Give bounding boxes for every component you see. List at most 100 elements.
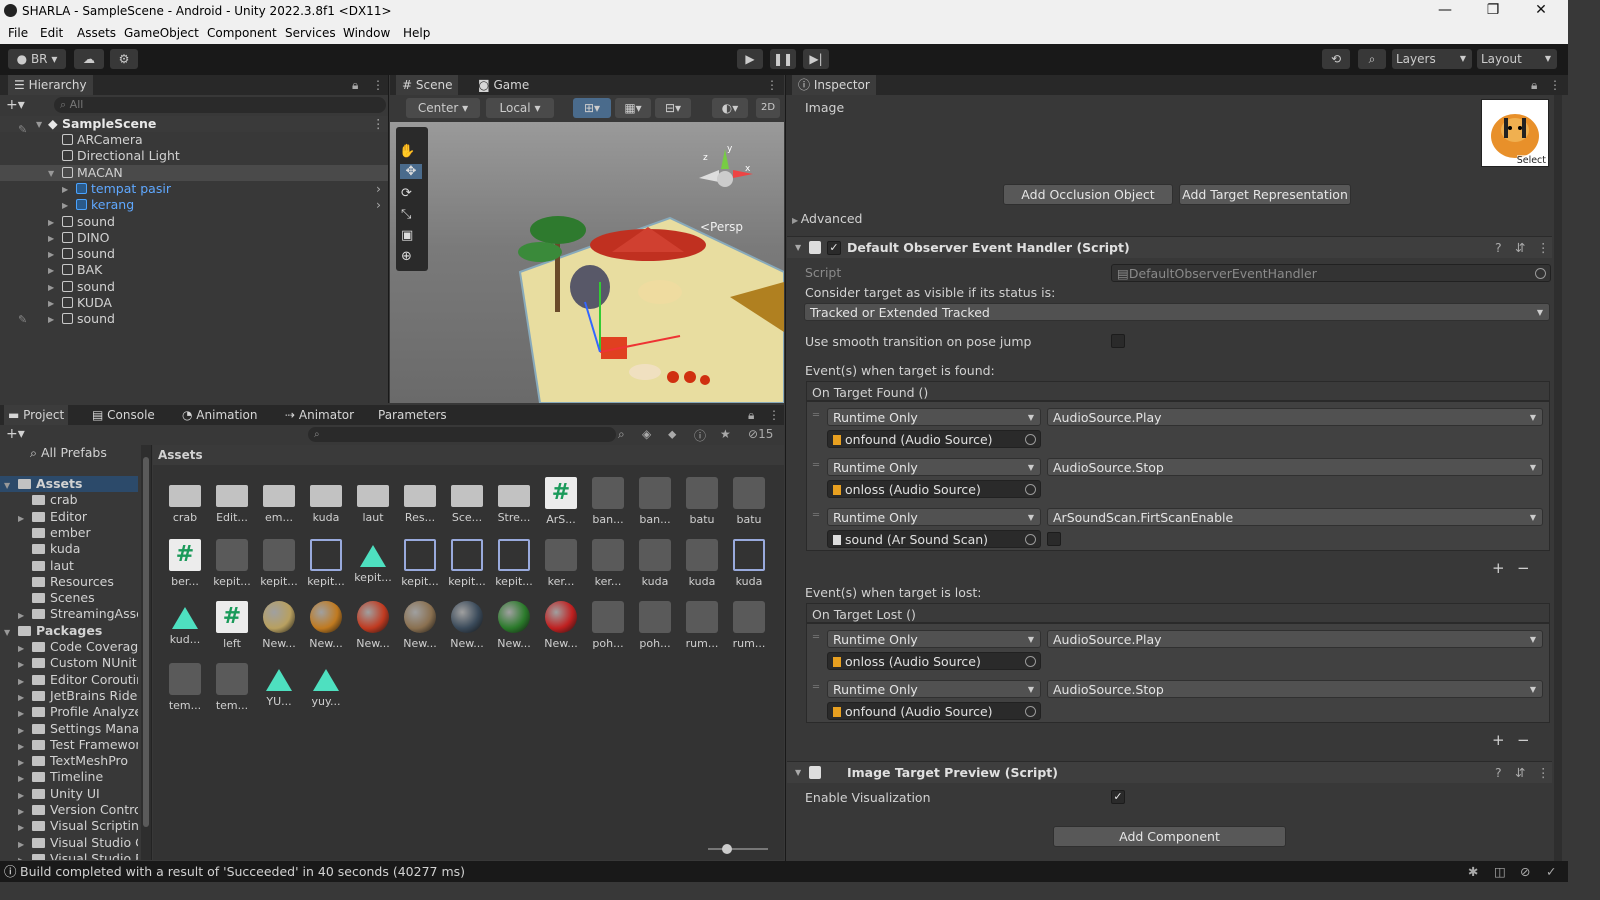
event-mode-dropdown[interactable]: Runtime Only ▼ (827, 630, 1041, 648)
minimize-icon[interactable]: — (1430, 2, 1460, 20)
hierarchy-item[interactable]: Directional Light (0, 148, 388, 164)
target-icon[interactable] (1025, 534, 1036, 545)
asset-item[interactable]: kuda (304, 477, 348, 537)
menu-file[interactable]: File (8, 26, 28, 40)
orientation-gizmo[interactable]: y x z (695, 144, 755, 204)
hand-tool-icon[interactable]: ✋ (399, 144, 415, 159)
add-target-representation-button[interactable]: Add Target Representation (1179, 184, 1351, 205)
project-tree-item[interactable]: Scenes (0, 590, 138, 606)
close-icon[interactable]: ✕ (1526, 2, 1556, 20)
asset-item[interactable]: kepit... (351, 539, 395, 599)
tree-scrollbar[interactable] (141, 445, 151, 860)
open-prefab-icon[interactable]: › (376, 197, 381, 213)
more-icon[interactable]: ⋮ (768, 405, 780, 425)
status-message[interactable]: Build completed with a result of 'Succee… (20, 861, 465, 882)
target-icon[interactable] (1025, 656, 1036, 667)
add-event-button[interactable]: + (1492, 559, 1505, 577)
project-search-input[interactable]: ⌕ (308, 427, 616, 442)
expand-icon[interactable]: ▶ (18, 657, 24, 671)
asset-item[interactable]: em... (257, 477, 301, 537)
expand-icon[interactable]: ▶ (48, 296, 54, 312)
tab-animator[interactable]: ⇢ Animator (285, 405, 354, 425)
expand-icon[interactable]: ▼ (36, 117, 42, 133)
bug-icon[interactable]: ✱ (1468, 861, 1478, 882)
asset-item[interactable]: kepit... (304, 539, 348, 599)
expand-icon[interactable]: ▶ (18, 755, 24, 769)
event-target-field[interactable]: onfound (Audio Source) (827, 430, 1041, 448)
project-tree-item[interactable]: ▶ Visual Studio E (0, 851, 138, 860)
asset-item[interactable]: kepit... (445, 539, 489, 599)
label-icon[interactable]: ⬥ (668, 427, 676, 442)
favorite-icon[interactable]: ★ (720, 427, 731, 441)
hierarchy-item[interactable]: ▶ DINO (0, 230, 388, 246)
grid-visibility-button[interactable]: ▦▾ (615, 98, 651, 118)
drag-handle-icon[interactable]: ═ (813, 682, 819, 693)
menu-edit[interactable]: Edit (40, 26, 63, 40)
asset-item[interactable]: rum... (680, 601, 724, 661)
event-mode-dropdown[interactable]: Runtime Only ▼ (827, 408, 1041, 426)
expand-icon[interactable]: ▶ (48, 263, 54, 279)
asset-item[interactable]: tem... (210, 663, 254, 723)
project-tree-item[interactable]: ▶ Custom NUnit (0, 655, 138, 671)
project-tree-item[interactable]: crab (0, 492, 138, 508)
enable-visualization-checkbox[interactable]: ✓ (1111, 790, 1125, 804)
asset-item[interactable]: batu (680, 477, 724, 537)
expand-icon[interactable]: ▶ (62, 198, 68, 214)
preset-icon[interactable]: ⇵ (1515, 237, 1525, 259)
event-target-field[interactable]: onloss (Audio Source) (827, 480, 1041, 498)
asset-item[interactable]: ker... (586, 539, 630, 599)
tab-hierarchy[interactable]: ☰ Hierarchy (8, 75, 93, 95)
expand-icon[interactable]: ▶ (48, 312, 54, 328)
more-icon[interactable]: ⋮ (372, 116, 385, 132)
hierarchy-item[interactable]: ▶ KUDA (0, 295, 388, 311)
asset-item[interactable]: ban... (633, 477, 677, 537)
inspector-scrollbar[interactable] (1554, 95, 1562, 861)
rect-tool-icon[interactable]: ▣ (401, 228, 413, 243)
expand-icon[interactable]: ▶ (48, 215, 54, 231)
project-tree-item[interactable]: ▶ Unity UI (0, 786, 138, 802)
network-icon[interactable]: ⊘ (1520, 861, 1530, 882)
add-event-button[interactable]: + (1492, 731, 1505, 749)
lock-icon[interactable]: 🔒︎ (352, 75, 358, 95)
expand-icon[interactable]: ▼ (48, 166, 54, 182)
asset-item[interactable]: batu (727, 477, 771, 537)
event-target-field[interactable]: sound (Ar Sound Scan) (827, 530, 1041, 548)
asset-item[interactable]: Edit... (210, 477, 254, 537)
tree-scroll-thumb[interactable] (143, 457, 149, 827)
event-bool-checkbox[interactable] (1047, 532, 1061, 546)
menu-help[interactable]: Help (403, 26, 430, 40)
tab-animation[interactable]: ◔ Animation (182, 405, 257, 425)
remove-event-button[interactable]: − (1517, 731, 1530, 749)
tab-scene[interactable]: # Scene (396, 75, 459, 95)
event-mode-dropdown[interactable]: Runtime Only ▼ (827, 680, 1041, 698)
zoom-slider[interactable] (708, 844, 768, 854)
menu-assets[interactable]: Assets (77, 26, 116, 40)
asset-item[interactable]: New... (445, 601, 489, 661)
asset-item[interactable]: laut (351, 477, 395, 537)
image-target-thumbnail[interactable]: Select (1481, 99, 1549, 167)
increment-snap-button[interactable]: ⊟▾ (655, 98, 691, 118)
asset-item[interactable]: # left (210, 601, 254, 661)
scale-tool-icon[interactable]: ⤡ (401, 207, 411, 222)
hierarchy-item[interactable]: ▼ MACAN (0, 164, 388, 182)
event-mode-dropdown[interactable]: Runtime Only ▼ (827, 508, 1041, 526)
asset-item[interactable]: kepit... (210, 539, 254, 599)
project-tree-item[interactable]: ▶ Profile Analyze (0, 704, 138, 720)
target-icon[interactable] (1025, 434, 1036, 445)
add-object-button[interactable]: +▾ (6, 97, 25, 113)
more-icon[interactable]: ⋮ (766, 75, 778, 95)
menu-services[interactable]: Services (285, 26, 336, 40)
event-function-dropdown[interactable]: AudioSource.Play ▼ (1047, 408, 1543, 426)
expand-icon[interactable]: ▶ (18, 511, 24, 525)
lock-icon[interactable]: 🔒︎ (1531, 75, 1537, 95)
asset-item[interactable]: kepit... (398, 539, 442, 599)
component-enabled-checkbox[interactable]: ✓ (827, 241, 841, 255)
tab-console[interactable]: ▤ Console (92, 405, 155, 425)
remove-event-button[interactable]: − (1517, 559, 1530, 577)
project-tree-item[interactable]: kuda (0, 541, 138, 557)
project-tree-item[interactable]: ▶ Settings Manag (0, 721, 138, 737)
more-icon[interactable]: ⋮ (1537, 237, 1550, 259)
scene-row[interactable]: ▼ ◆ SampleScene ⋮ (0, 116, 388, 132)
menu-component[interactable]: Component (207, 26, 277, 40)
drag-handle-icon[interactable]: ═ (813, 510, 819, 521)
